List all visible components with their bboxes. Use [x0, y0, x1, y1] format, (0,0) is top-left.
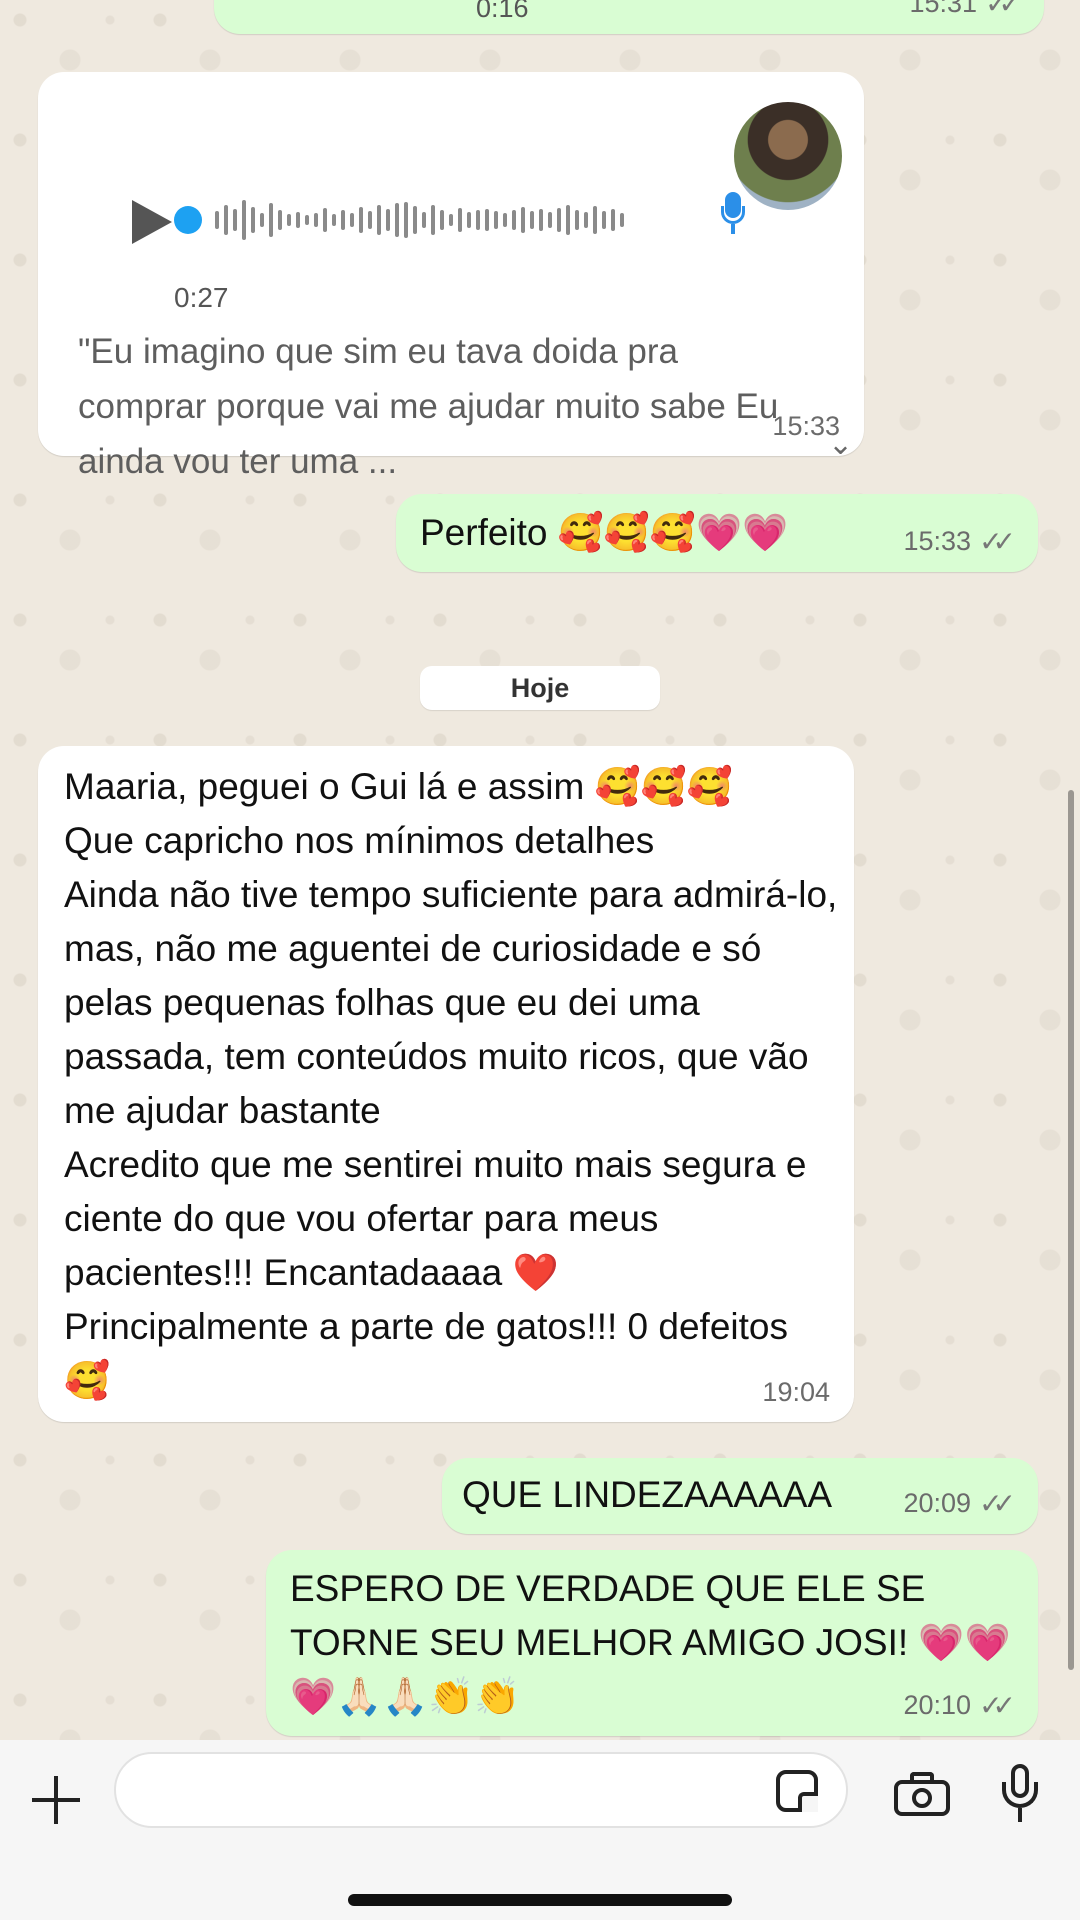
message-time: 19:04	[762, 1377, 830, 1407]
waveform-bar	[224, 205, 228, 235]
waveform-bar	[377, 205, 381, 235]
waveform-bar	[260, 213, 264, 227]
message-time: 15:33	[772, 411, 840, 441]
plus-icon[interactable]	[30, 1774, 82, 1826]
read-ticks-icon: ✓✓	[985, 0, 1022, 19]
read-ticks-icon: ✓✓	[979, 526, 1016, 557]
message-time: 20:10	[903, 1690, 972, 1720]
waveform-bar	[350, 213, 354, 227]
waveform-bar	[413, 206, 417, 234]
waveform-bar	[314, 213, 318, 227]
waveform-bar	[305, 215, 309, 225]
message-meta: 15:31 ✓✓	[909, 0, 1022, 20]
waveform-bar	[332, 214, 336, 226]
voice-transcript: "Eu imagino que sim eu tava doida pra co…	[78, 332, 779, 481]
waveform-bar	[341, 210, 345, 230]
waveform-bar	[530, 211, 534, 229]
waveform-bar	[575, 210, 579, 230]
waveform-bar	[359, 207, 363, 233]
message-meta: 20:10 ✓✓	[903, 1689, 1016, 1722]
message-meta: 20:09 ✓✓	[903, 1487, 1016, 1520]
read-ticks-icon: ✓✓	[979, 1488, 1016, 1519]
waveform-bar	[566, 205, 570, 235]
message-text: Perfeito 🥰🥰🥰💗💗	[420, 512, 789, 553]
waveform-bar	[323, 208, 327, 232]
waveform-bar	[368, 211, 372, 229]
waveform-bar	[422, 212, 426, 228]
waveform-bar	[503, 213, 507, 227]
waveform-bar	[512, 210, 516, 230]
date-separator: Hoje	[420, 666, 660, 710]
camera-icon[interactable]	[894, 1772, 950, 1816]
waveform-bar	[296, 212, 300, 228]
sticker-icon[interactable]	[776, 1770, 818, 1812]
mic-icon[interactable]	[1000, 1764, 1040, 1824]
waveform-bar	[233, 209, 237, 231]
waveform-bar	[386, 209, 390, 231]
play-icon[interactable]	[132, 200, 172, 244]
waveform-bar	[494, 211, 498, 229]
waveform-bar	[449, 214, 453, 226]
message-time: 20:09	[903, 1488, 972, 1518]
waveform-bar	[611, 209, 615, 231]
message-meta: 19:04	[762, 1377, 830, 1408]
waveform-bar	[593, 206, 597, 234]
home-indicator[interactable]	[348, 1894, 732, 1906]
waveform-bar	[620, 213, 624, 227]
outgoing-audio-message[interactable]: 0:16 15:31 ✓✓	[214, 0, 1044, 34]
message-input[interactable]	[114, 1752, 848, 1828]
waveform-bar	[278, 210, 282, 230]
waveform-bar	[539, 209, 543, 231]
message-meta: 15:33 ✓✓	[903, 525, 1016, 558]
waveform-bar	[557, 208, 561, 232]
waveform-bar	[287, 214, 291, 226]
message-time: 15:33	[903, 526, 972, 556]
waveform-bar	[458, 208, 462, 232]
outgoing-message[interactable]: Perfeito 🥰🥰🥰💗💗 15:33 ✓✓	[396, 494, 1038, 572]
waveform-bar	[269, 203, 273, 237]
waveform-bar	[395, 203, 399, 237]
audio-duration: 0:16	[476, 0, 529, 23]
waveform-bar	[602, 211, 606, 229]
outgoing-message[interactable]: QUE LINDEZAAAAAA 20:09 ✓✓	[442, 1458, 1038, 1534]
outgoing-message[interactable]: ESPERO DE VERDADE QUE ELE SE TORNE SEU M…	[266, 1550, 1038, 1736]
waveform-bar	[584, 212, 588, 228]
microphone-icon	[718, 192, 748, 238]
waveform-bar	[215, 211, 219, 229]
waveform-bar	[485, 209, 489, 231]
waveform-bar	[242, 200, 246, 240]
waveform-bar	[467, 212, 471, 228]
waveform-bar	[521, 207, 525, 233]
message-text: QUE LINDEZAAAAAA	[462, 1474, 833, 1515]
waveform-bar	[548, 212, 552, 228]
message-text: Maaria, peguei o Gui lá e assim 🥰🥰🥰 Que …	[64, 766, 838, 1401]
audio-waveform[interactable]	[174, 190, 624, 250]
incoming-message[interactable]: Maaria, peguei o Gui lá e assim 🥰🥰🥰 Que …	[38, 746, 854, 1422]
chat-area: 0:16 15:31 ✓✓ 0:27 "Eu imagino que sim e…	[0, 0, 1080, 1740]
message-time: 15:31	[909, 0, 978, 18]
playhead-dot[interactable]	[174, 206, 202, 234]
waveform-bar	[251, 207, 255, 233]
waveform-bar	[476, 210, 480, 230]
scrollbar[interactable]	[1068, 790, 1074, 1670]
message-meta: 15:33	[772, 411, 840, 442]
incoming-voice-message[interactable]: 0:27 "Eu imagino que sim eu tava doida p…	[38, 72, 864, 481]
input-bar	[0, 1740, 1080, 1920]
waveform-bar	[431, 205, 435, 235]
waveform-bar	[440, 210, 444, 230]
voice-duration: 0:27	[174, 282, 229, 313]
waveform-bar	[404, 202, 408, 238]
read-ticks-icon: ✓✓	[979, 1690, 1016, 1721]
avatar[interactable]	[734, 102, 842, 210]
